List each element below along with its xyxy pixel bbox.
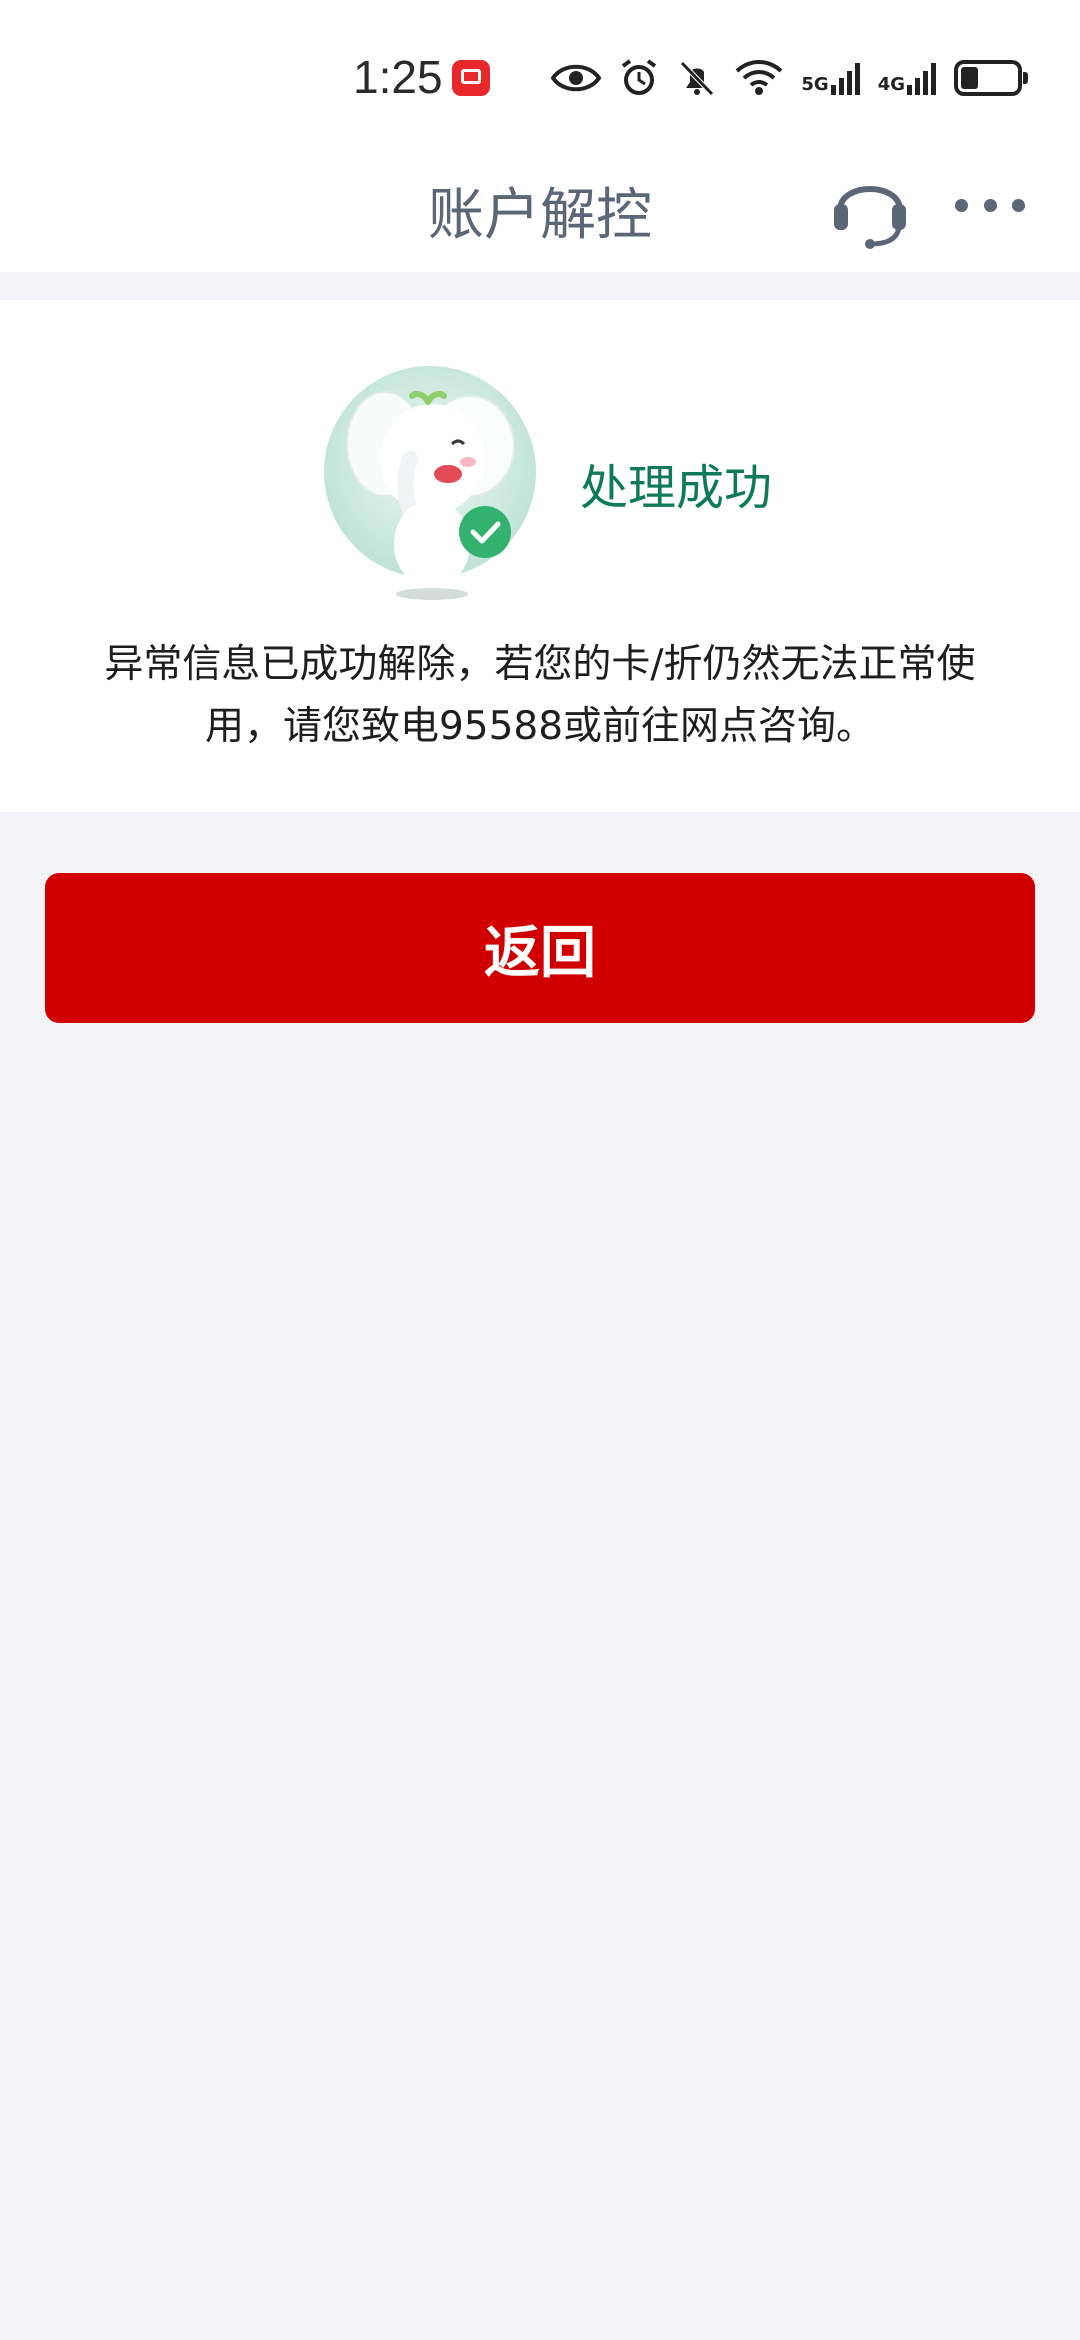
battery-icon: [954, 60, 1028, 96]
signal-5g-icon: 5G: [801, 61, 860, 95]
result-card: 处理成功 异常信息已成功解除，若您的卡/折仍然无法正常使用，请您致电95588或…: [0, 300, 1080, 812]
alarm-icon: [622, 59, 657, 95]
status-icons: 5G 4G: [551, 56, 1028, 100]
headset-icon[interactable]: [830, 162, 910, 252]
page-title: 账户解控: [428, 183, 652, 248]
notification-badge-icon: [452, 60, 490, 96]
elephant-mascot-success-icon: [324, 366, 536, 600]
result-status: 处理成功: [580, 460, 773, 516]
network-type-label: 5G: [801, 74, 829, 95]
status-time: 1:25: [353, 51, 443, 103]
more-icon[interactable]: [955, 195, 1025, 215]
wifi-icon: [736, 60, 783, 95]
nav-bar: 账户解控: [0, 150, 1080, 272]
eye-icon: [551, 64, 602, 92]
status-bar: 1:25 5G 4G: [0, 0, 1080, 150]
network-type-label: 4G: [877, 74, 905, 95]
mute-bell-icon: [680, 61, 715, 96]
back-button[interactable]: 返回: [45, 873, 1035, 1023]
signal-4g-icon: 4G: [878, 61, 936, 95]
result-message: 异常信息已成功解除，若您的卡/折仍然无法正常使用，请您致电95588或前往网点咨…: [104, 642, 976, 749]
